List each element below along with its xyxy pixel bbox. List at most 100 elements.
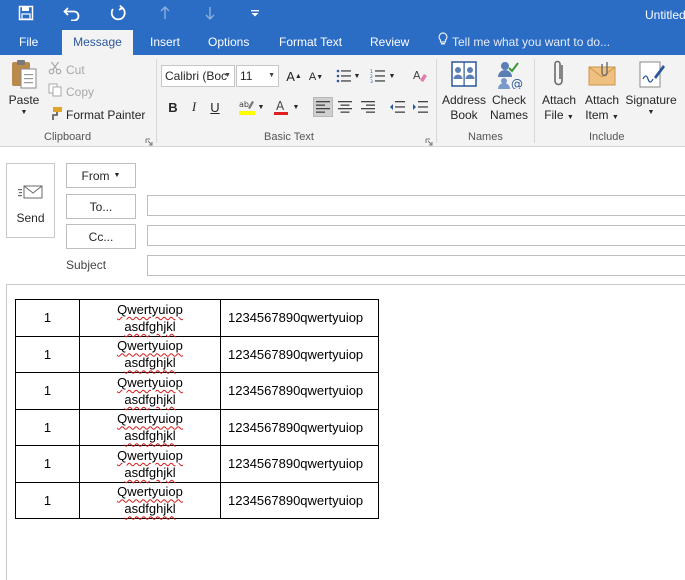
- window-title: Untitled: [645, 8, 685, 22]
- table-row: 1 Qwertyuiop asdfghjkl 1234567890qwertyuiop: [15, 372, 379, 410]
- check-names-button[interactable]: @ Check Names: [488, 57, 530, 123]
- grow-font-icon[interactable]: A ▲: [284, 66, 304, 86]
- table-row: 1 Qwertyuiop asdfghjkl 1234567890qwertyuiop: [15, 335, 379, 373]
- bold-button[interactable]: B: [163, 97, 183, 117]
- table-cell-text[interactable]: Qwertyuiop asdfghjkl: [79, 481, 221, 519]
- align-left-icon[interactable]: [313, 97, 333, 117]
- attach-item-button[interactable]: Attach Item ▼: [581, 57, 623, 125]
- attach-file-label-2: File ▼: [544, 108, 574, 122]
- table-cell-text[interactable]: Qwertyuiop asdfghjkl: [79, 335, 221, 373]
- tab-format-text[interactable]: Format Text: [269, 30, 352, 55]
- svg-text:@: @: [511, 77, 523, 89]
- send-label: Send: [16, 211, 45, 225]
- chevron-down-icon[interactable]: ▼: [256, 97, 266, 117]
- chevron-down-icon[interactable]: ▼: [291, 97, 301, 117]
- cell-text-line-2: asdfghjkl: [124, 428, 176, 444]
- chevron-down-icon[interactable]: ▼: [352, 66, 362, 86]
- bullets-icon[interactable]: [334, 66, 354, 86]
- table-cell-text[interactable]: Qwertyuiop asdfghjkl: [79, 372, 221, 410]
- to-button[interactable]: To...: [66, 194, 136, 219]
- shrink-font-icon[interactable]: A ▼: [306, 67, 326, 87]
- cell-text-line-2: asdfghjkl: [124, 318, 176, 334]
- table-cell-number[interactable]: 1: [15, 408, 80, 446]
- undo-icon[interactable]: [60, 2, 84, 24]
- envelope-paperclip-icon: [585, 57, 619, 91]
- font-name-value: Calibri (Boc: [165, 69, 228, 83]
- address-book-label-2: Book: [450, 108, 478, 122]
- table-row: 1 Qwertyuiop asdfghjkl 1234567890qwertyuiop: [15, 408, 379, 446]
- table-cell-code[interactable]: 1234567890qwertyuiop: [220, 335, 379, 373]
- tab-options[interactable]: Options: [198, 30, 259, 55]
- cell-text-line-1: Qwertyuiop: [117, 338, 183, 354]
- cell-text-line-1: Qwertyuiop: [117, 411, 183, 427]
- table-cell-number[interactable]: 1: [15, 481, 80, 519]
- basic-text-group-label: Basic Text: [264, 131, 314, 143]
- clipboard-launcher-icon[interactable]: [145, 135, 153, 146]
- table-cell-code[interactable]: 1234567890qwertyuiop: [220, 299, 379, 337]
- table-cell-text[interactable]: Qwertyuiop asdfghjkl: [79, 408, 221, 446]
- font-name-combo[interactable]: Calibri (Boc ▼: [161, 65, 235, 87]
- cc-field[interactable]: [147, 225, 685, 246]
- font-color-icon[interactable]: A: [271, 97, 291, 117]
- tab-message[interactable]: Message: [62, 30, 133, 55]
- send-button[interactable]: Send: [6, 163, 55, 238]
- format-painter-button[interactable]: Format Painter: [48, 106, 145, 124]
- paste-dropdown-icon[interactable]: ▼: [21, 108, 28, 118]
- paste-label: Paste: [8, 93, 40, 107]
- underline-button[interactable]: U: [205, 97, 225, 117]
- tell-me-text: Tell me what you want to do...: [452, 35, 611, 49]
- attach-file-label-1: Attach: [541, 93, 577, 107]
- redo-icon[interactable]: [106, 2, 130, 24]
- cell-text-line-2: asdfghjkl: [124, 464, 176, 480]
- table-cell-code[interactable]: 1234567890qwertyuiop: [220, 481, 379, 519]
- signature-button[interactable]: Signature ▼: [624, 57, 678, 118]
- numbering-icon[interactable]: 123: [368, 66, 388, 86]
- font-size-combo[interactable]: 11 ▼: [236, 65, 279, 87]
- align-right-icon[interactable]: [358, 97, 378, 117]
- save-icon[interactable]: [14, 2, 38, 24]
- attach-file-button[interactable]: Attach File ▼: [539, 57, 579, 125]
- highlight-icon[interactable]: ab: [237, 97, 257, 117]
- clear-formatting-icon[interactable]: A: [410, 66, 430, 86]
- address-book-button[interactable]: Address Book: [441, 57, 487, 123]
- message-table[interactable]: 1 Qwertyuiop asdfghjkl 1234567890qwertyuiop…: [15, 299, 379, 519]
- table-cell-code[interactable]: 1234567890qwertyuiop: [220, 372, 379, 410]
- table-cell-number[interactable]: 1: [15, 335, 80, 373]
- check-names-icon: @: [492, 57, 526, 91]
- chevron-down-icon[interactable]: ▼: [387, 66, 397, 86]
- tab-file[interactable]: File: [9, 30, 48, 55]
- tab-insert[interactable]: Insert: [140, 30, 190, 55]
- paste-button[interactable]: Paste ▼: [6, 57, 42, 118]
- italic-button[interactable]: I: [184, 97, 204, 117]
- svg-text:A: A: [276, 99, 285, 113]
- subject-field[interactable]: [147, 255, 685, 276]
- decrease-indent-icon[interactable]: [387, 97, 407, 117]
- increase-indent-icon[interactable]: [410, 97, 430, 117]
- from-button[interactable]: From ▼: [66, 163, 136, 188]
- table-cell-text[interactable]: Qwertyuiop asdfghjkl: [79, 445, 221, 483]
- to-field[interactable]: [147, 195, 685, 216]
- table-cell-number[interactable]: 1: [15, 445, 80, 483]
- table-cell-number[interactable]: 1: [15, 299, 80, 337]
- cut-button[interactable]: Cut: [48, 61, 85, 78]
- basic-text-launcher-icon[interactable]: [425, 135, 433, 146]
- signature-dropdown-icon[interactable]: ▼: [648, 108, 655, 118]
- names-group-label: Names: [468, 131, 503, 143]
- tab-review[interactable]: Review: [360, 30, 419, 55]
- table-row: 1 Qwertyuiop asdfghjkl 1234567890qwertyuiop: [15, 481, 379, 519]
- cc-button[interactable]: Cc...: [66, 224, 136, 249]
- customize-qat-icon[interactable]: [246, 2, 264, 24]
- scissors-icon: [48, 61, 66, 78]
- table-cell-number[interactable]: 1: [15, 372, 80, 410]
- attach-item-label-1: Attach: [584, 93, 620, 107]
- copy-button[interactable]: Copy: [48, 83, 94, 100]
- check-names-label-2: Names: [489, 108, 528, 122]
- chevron-down-icon: ▼: [113, 172, 121, 179]
- table-cell-text[interactable]: Qwertyuiop asdfghjkl: [79, 299, 221, 337]
- table-cell-code[interactable]: 1234567890qwertyuiop: [220, 445, 379, 483]
- table-cell-code[interactable]: 1234567890qwertyuiop: [220, 408, 379, 446]
- cut-label: Cut: [66, 62, 85, 77]
- send-icon: [17, 184, 44, 203]
- align-center-icon[interactable]: [335, 97, 355, 117]
- tell-me-search[interactable]: Tell me what you want to do...: [438, 30, 610, 55]
